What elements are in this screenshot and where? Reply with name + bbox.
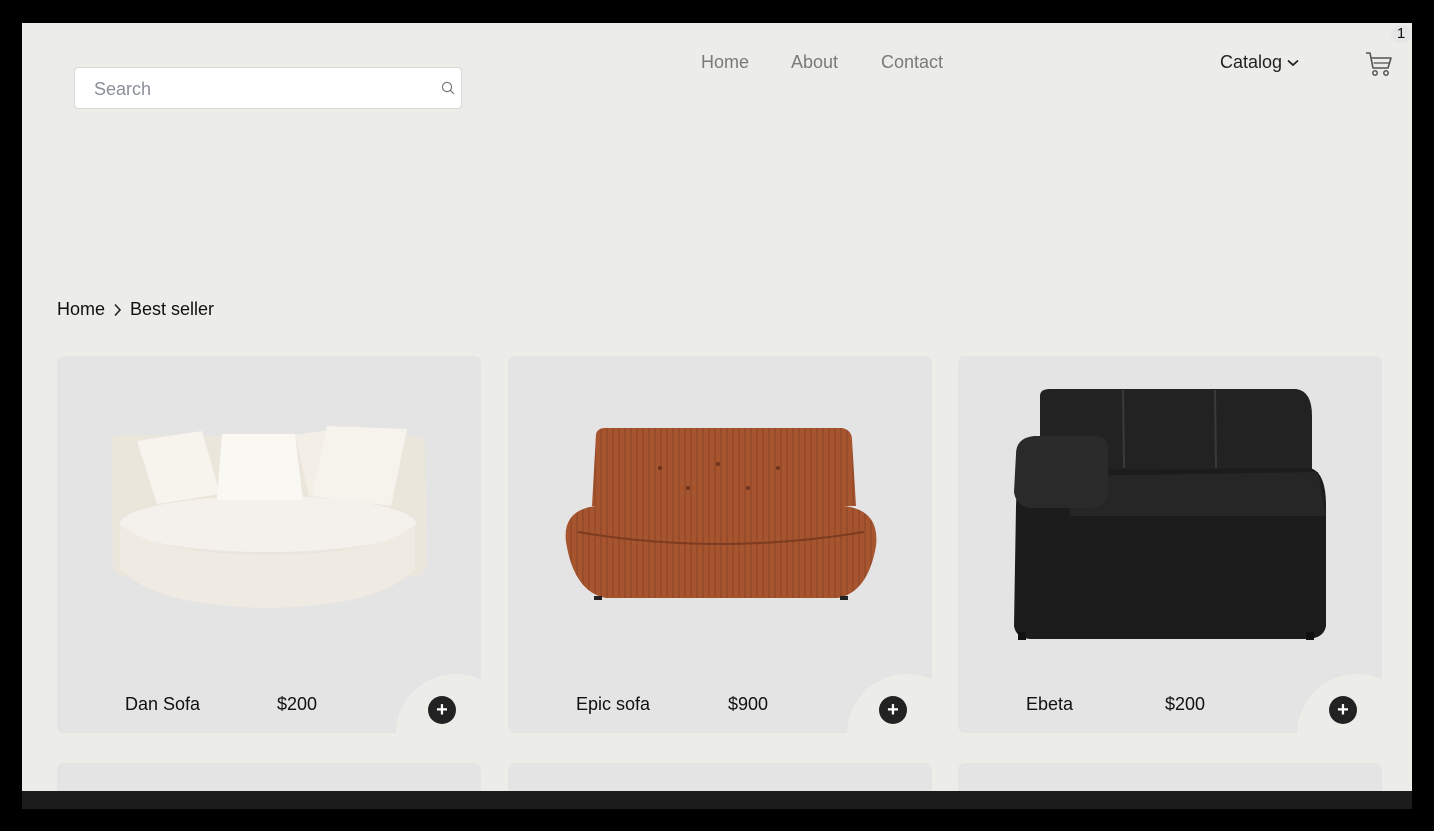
product-card[interactable] <box>508 763 932 791</box>
cart-count-badge: 1 <box>1391 25 1411 43</box>
chevron-down-icon <box>1287 59 1299 66</box>
product-card[interactable]: Dan Sofa $200 + <box>57 356 481 733</box>
search-box[interactable] <box>74 67 462 110</box>
black-leather-corner-chair-image <box>1014 389 1326 640</box>
product-price: $200 <box>1165 694 1206 714</box>
product-price: $200 <box>277 694 318 714</box>
product-name[interactable]: Dan Sofa <box>125 694 200 715</box>
cart-icon[interactable] <box>1365 50 1393 78</box>
page: Home About Contact Catalog 1 Home Best s… <box>22 23 1412 791</box>
search-icon[interactable] <box>441 81 455 95</box>
search-input[interactable] <box>92 68 426 110</box>
catalog-label: Catalog <box>1220 52 1283 72</box>
product-name[interactable]: Epic sofa <box>576 694 650 715</box>
breadcrumb-home[interactable]: Home <box>57 299 105 320</box>
add-to-cart-button[interactable]: + <box>879 696 907 724</box>
breadcrumb-current: Best seller <box>130 299 215 319</box>
add-to-cart-button[interactable]: + <box>1329 696 1357 724</box>
brown-corduroy-sofa-image <box>565 427 877 600</box>
product-card[interactable] <box>57 763 481 791</box>
product-card[interactable] <box>958 763 1382 791</box>
nav-about[interactable]: About <box>791 52 838 73</box>
catalog-dropdown[interactable]: Catalog <box>1220 52 1299 73</box>
chevron-right-icon <box>114 303 122 316</box>
product-card[interactable]: Ebeta $200 + <box>958 356 1382 733</box>
product-name[interactable]: Ebeta <box>1026 694 1073 715</box>
breadcrumb: Home Best seller <box>57 299 214 320</box>
nav-contact[interactable]: Contact <box>881 52 943 73</box>
add-to-cart-button[interactable]: + <box>428 696 456 724</box>
window-bottom-edge <box>22 791 1412 809</box>
product-price: $900 <box>728 694 769 714</box>
white-round-sofa-image <box>111 426 428 608</box>
product-card[interactable]: Epic sofa $900 + <box>508 356 932 733</box>
nav-home[interactable]: Home <box>701 52 749 73</box>
